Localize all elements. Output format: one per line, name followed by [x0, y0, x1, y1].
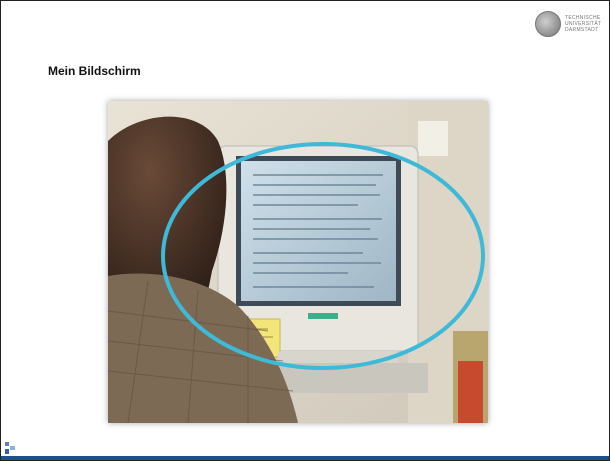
university-seal-icon — [535, 11, 561, 37]
monitor-photo — [108, 101, 488, 423]
slide: TECHNISCHE UNIVERSITÄT DARMSTADT Mein Bi… — [0, 0, 610, 461]
logo-text: TECHNISCHE UNIVERSITÄT DARMSTADT — [565, 15, 602, 33]
presentation-nav-icon[interactable] — [4, 441, 16, 455]
university-logo: TECHNISCHE UNIVERSITÄT DARMSTADT — [535, 11, 603, 37]
footer-bar — [1, 456, 609, 460]
slide-title: Mein Bildschirm — [48, 64, 141, 78]
